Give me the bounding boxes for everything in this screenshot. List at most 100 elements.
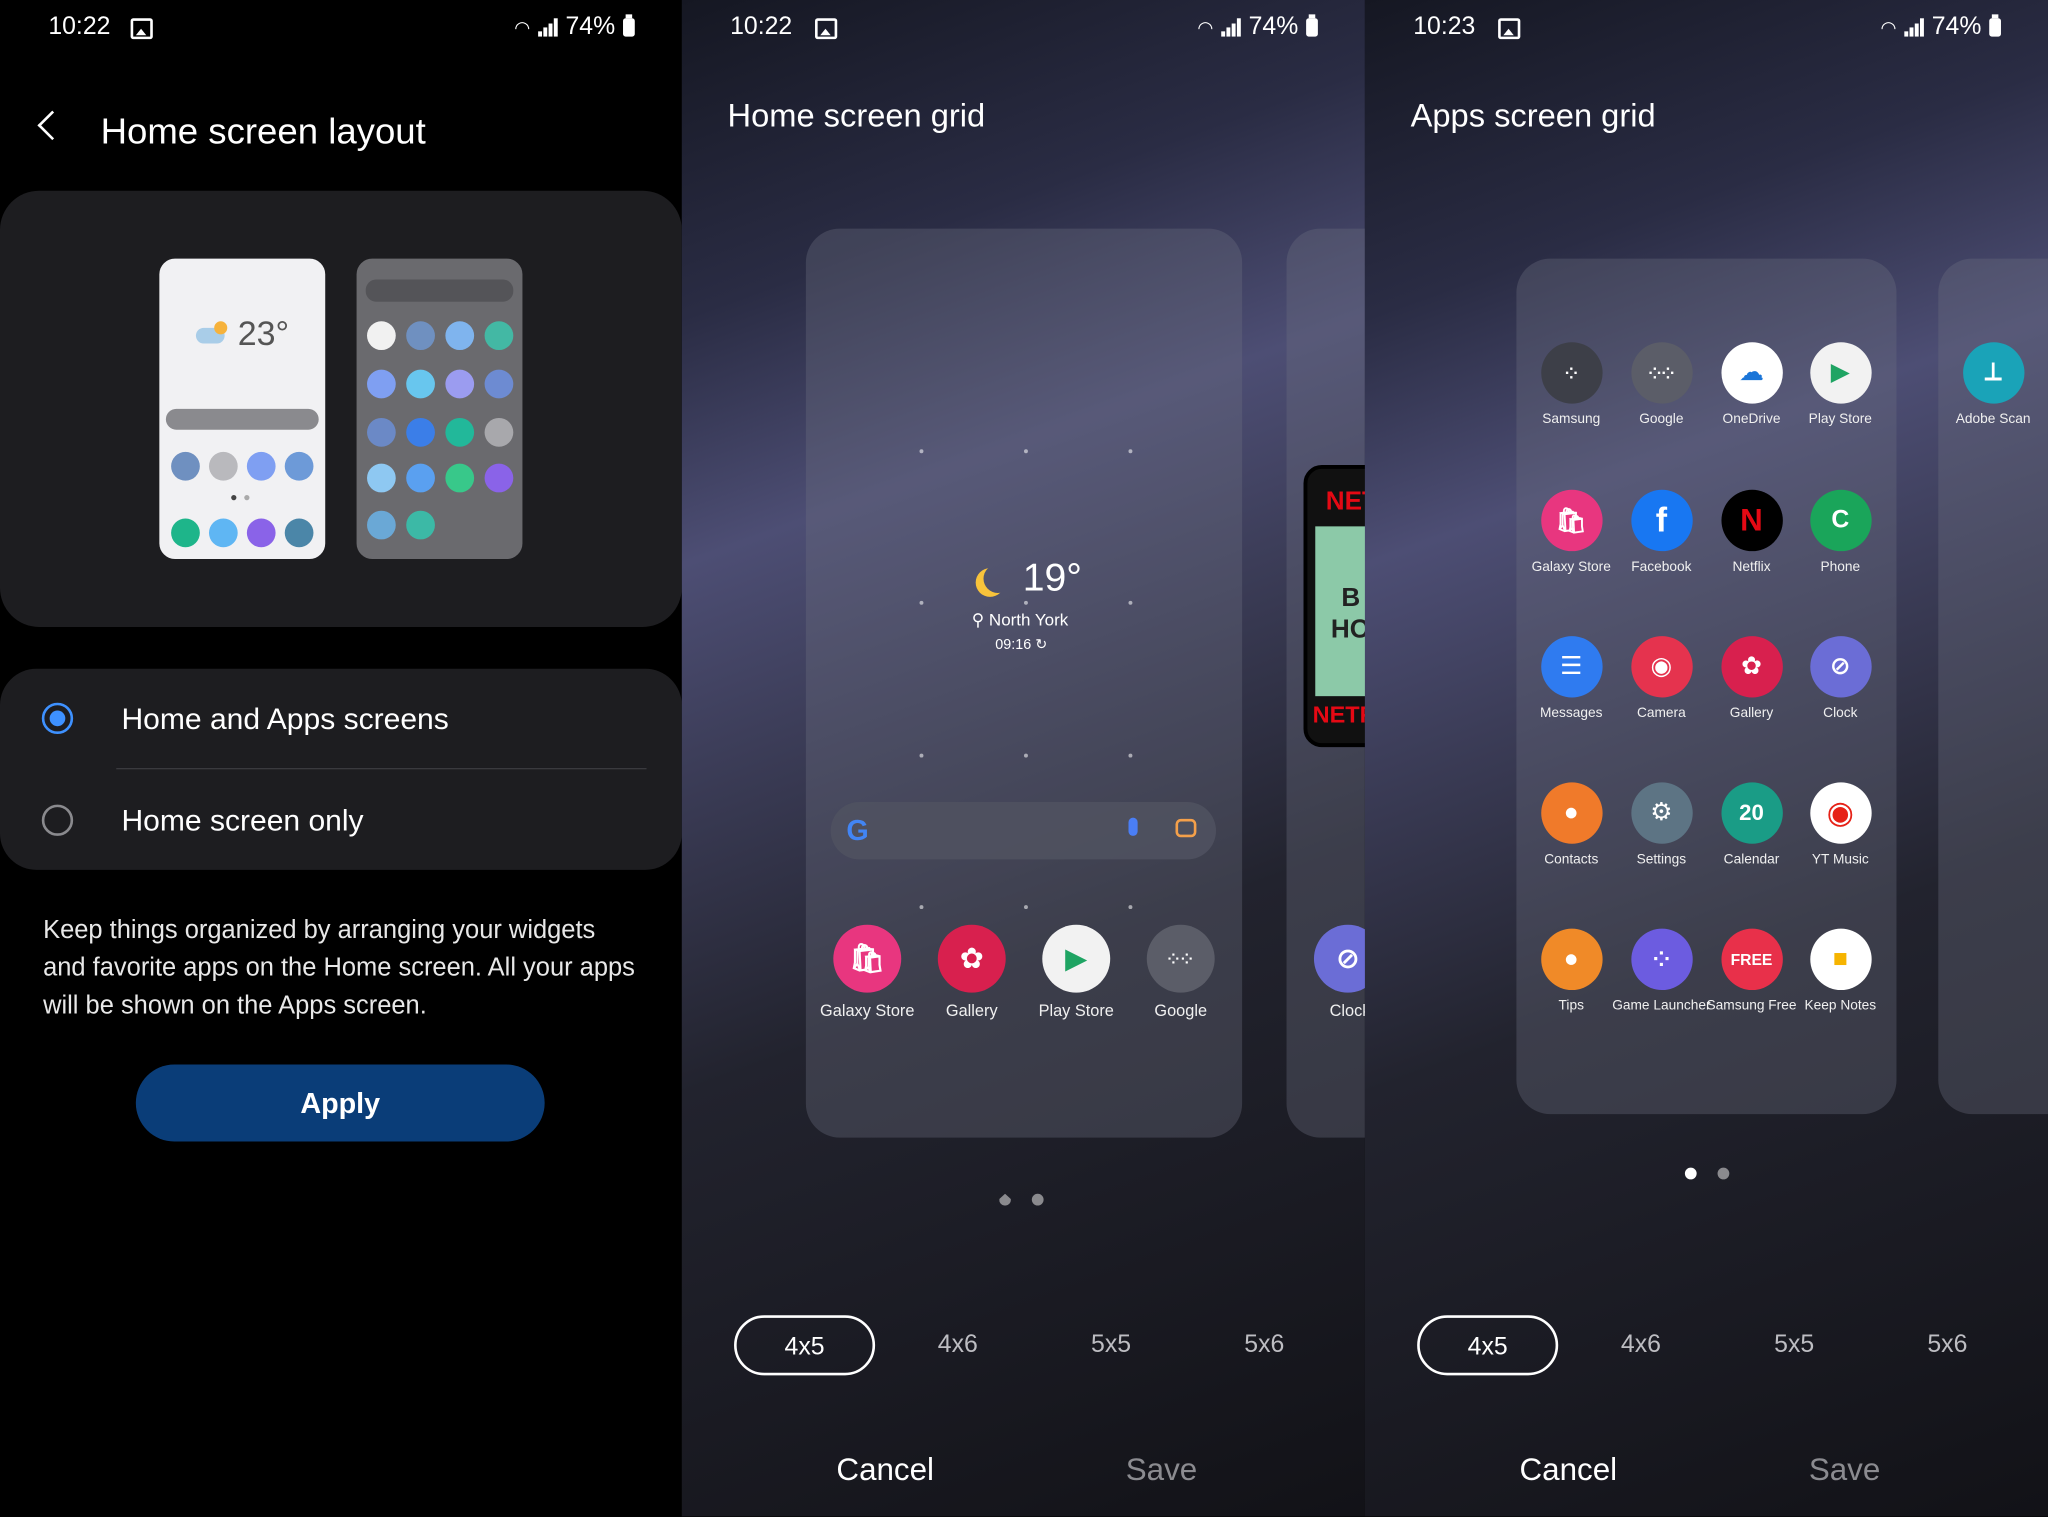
option-home-only-label[interactable]: Home screen only [121,803,363,838]
preview-temp: 23° [237,313,290,353]
grid-option-4x6[interactable]: 4x6 [887,1315,1028,1375]
grid-option-4x6[interactable]: 4x6 [1570,1315,1711,1375]
preview-app-dot [406,510,435,540]
onedrive-icon: ☁ [1720,342,1783,404]
weather-temp: 19° [1022,556,1082,600]
grid-option-5x5[interactable]: 5x5 [1041,1315,1182,1375]
netflix-icon: N [1720,489,1783,552]
preview-app-dot [484,417,514,447]
app-google-folder[interactable]: ⁘⁘ Google [1609,342,1713,427]
app-yt-music[interactable]: ◉ YT Music [1788,782,1892,867]
app-play-store[interactable]: ▶ Play Store [1788,342,1892,427]
app-camera[interactable]: ◉ Camera [1609,636,1713,721]
grid-option-4x5[interactable]: 4x5 [1417,1315,1559,1376]
camera-icon: ◉ [1630,636,1693,698]
grid-dot [1128,600,1133,605]
grid-dot [1023,905,1028,910]
grid-option-4x5[interactable]: 4x5 [734,1315,876,1376]
app-keep-notes[interactable]: ■ Keep Notes [1788,928,1892,1014]
status-bar: 10:22 ◠ 74% [0,13,682,47]
image-notification-icon [815,18,838,40]
grid-option-5x6[interactable]: 5x6 [1194,1315,1335,1375]
preview-app-dot [406,321,435,351]
apply-button[interactable]: Apply [135,1064,545,1142]
app-samsung-folder[interactable]: ⁘ Samsung [1519,342,1623,427]
galaxy-store-icon: 🛍 [833,924,902,993]
app-messages[interactable]: ☰ Messages [1519,636,1623,721]
galaxy-store-icon: 🛍 [1540,489,1602,552]
app-clock[interactable]: ⊘ Clock [1788,636,1892,721]
page-dot-active[interactable] [1684,1167,1697,1180]
google-folder-icon: ⁘⁘ [1630,342,1693,404]
page-dot[interactable] [1717,1167,1730,1180]
app-label: Galaxy Store [1531,559,1611,575]
battery-icon [1306,14,1318,37]
page-dot[interactable] [1031,1193,1044,1206]
settings-icon: ⚙ [1630,782,1693,844]
grid-dot [919,905,924,910]
back-arrow-icon[interactable] [37,110,68,141]
preview-app-dot [484,369,514,399]
preview-app-dot [367,417,396,447]
google-folder-icon: ⁘⁘ [1146,924,1215,993]
microphone-icon[interactable] [1128,817,1138,836]
app-label: Settings [1636,851,1687,868]
grid-option-5x6[interactable]: 5x6 [1877,1315,2018,1375]
app-adobe-scan-peek[interactable]: ⟂ Adobe Scan [1941,342,2045,427]
calendar-icon: 20 [1720,782,1783,844]
preview-app-dot [284,518,314,548]
preview-search-bar [165,408,319,430]
status-time: 10:23 [1413,13,1476,41]
app-contacts[interactable]: ● Contacts [1519,782,1623,867]
preview-app-dot [284,451,314,481]
gallery-icon: ✿ [937,924,1006,993]
app-phone[interactable]: C Phone [1788,489,1892,575]
app-label: Messages [1539,705,1603,721]
app-settings[interactable]: ⚙ Settings [1609,782,1713,867]
app-label: Gallery [945,1001,998,1021]
grid-dot [1128,753,1133,758]
preview-app-dot [484,463,514,493]
app-label: Contacts [1544,851,1599,868]
preview-app-dot [406,369,435,399]
preview-app-dot [406,463,435,493]
app-tips[interactable]: ● Tips [1519,928,1623,1014]
app-game-launcher[interactable]: ⁘ Game Launcher [1609,928,1713,1014]
app-galaxy-store[interactable]: 🛍 Galaxy Store [1519,489,1623,575]
battery-icon [1989,14,2001,37]
app-play-store[interactable]: ▶ Play Store [1016,924,1136,1020]
radio-home-and-apps[interactable] [41,702,74,735]
preview-app-dot [246,451,276,481]
app-label: Camera [1636,705,1686,721]
app-gallery[interactable]: ✿ Gallery [912,924,1032,1021]
grid-option-5x5[interactable]: 5x5 [1724,1315,1865,1375]
home-screen-layout-panel: 10:22 ◠ 74% Home screen layout 23° Home … [0,0,682,1517]
home-page-icon[interactable] [999,1193,1011,1206]
preview-app-dot [171,451,200,481]
google-g-icon: G [846,813,869,847]
save-button[interactable]: Save [1023,1452,1365,1489]
app-label: Tips [1558,997,1584,1014]
samsung-free-icon: FREE [1720,928,1783,991]
app-facebook[interactable]: f Facebook [1609,489,1713,575]
weather-time: 09:16 [995,637,1032,654]
app-label: Facebook [1631,559,1692,575]
options-divider [116,767,647,770]
option-home-and-apps-label[interactable]: Home and Apps screens [121,701,448,736]
app-label: Keep Notes [1804,997,1877,1014]
signal-icon [538,18,558,37]
app-label: Galaxy Store [820,1001,915,1021]
save-button[interactable]: Save [1706,1452,2048,1489]
cancel-button[interactable]: Cancel [1365,1452,1707,1489]
radio-home-only[interactable] [41,804,74,836]
app-galaxy-store[interactable]: 🛍 Galaxy Store [807,924,927,1021]
status-right: ◠ 74% [1880,13,2001,42]
app-google-folder[interactable]: ⁘⁘ Google [1121,924,1241,1020]
cancel-button[interactable]: Cancel [682,1452,1024,1489]
google-lens-icon[interactable] [1175,818,1197,838]
google-search-bar[interactable]: G [830,801,1216,860]
facebook-icon: f [1630,489,1693,552]
home-screen-preview: 23° [159,258,326,560]
app-label: Adobe Scan [1955,411,2031,428]
grid-dot [919,600,924,605]
